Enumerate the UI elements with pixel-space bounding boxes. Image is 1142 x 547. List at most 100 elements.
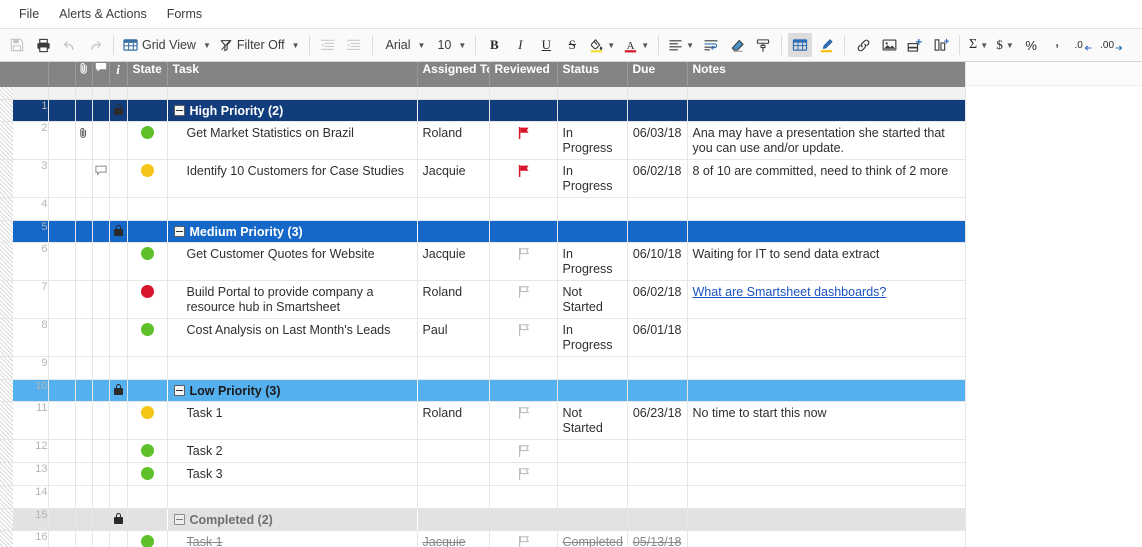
cell-status[interactable]: [557, 485, 628, 509]
cell-task[interactable]: Task 3: [167, 462, 418, 486]
cell-due[interactable]: 06/02/18: [627, 280, 688, 319]
row-comment-cell[interactable]: [92, 99, 110, 122]
cell-task[interactable]: Identify 10 Customers for Case Studies: [167, 159, 418, 198]
cell-state[interactable]: [127, 280, 168, 319]
state-dot-green[interactable]: [140, 246, 154, 260]
cell-assigned-to[interactable]: [417, 439, 490, 463]
group-header-row[interactable]: 5 Medium Priority (3): [0, 220, 966, 243]
flag-icon-red[interactable]: [490, 160, 557, 177]
cell-task[interactable]: Get Customer Quotes for Website: [167, 242, 418, 281]
cell-due[interactable]: [627, 220, 688, 243]
cell-reviewed[interactable]: [489, 99, 558, 122]
cell-status[interactable]: In Progress: [557, 159, 628, 198]
cell-task[interactable]: [167, 485, 418, 509]
row-comment-cell[interactable]: [92, 439, 110, 463]
row-number[interactable]: 9: [0, 356, 49, 380]
cell-status[interactable]: [557, 356, 628, 380]
cell-task[interactable]: Medium Priority (3): [167, 220, 417, 243]
cell-due[interactable]: 06/03/18: [627, 121, 688, 160]
cell-reviewed[interactable]: [489, 485, 558, 509]
flag-icon-red[interactable]: [490, 122, 557, 139]
cell-reviewed[interactable]: [489, 508, 558, 531]
column-header-assigned-to[interactable]: Assigned To: [417, 62, 490, 87]
cell-assigned-to[interactable]: [417, 197, 490, 221]
cell-task[interactable]: [167, 356, 418, 380]
row-attachment-cell[interactable]: [75, 318, 93, 357]
table-row[interactable]: 11 Task 1 Roland Not Started 06/23/18 No time…: [0, 401, 966, 440]
cell-due[interactable]: [627, 439, 688, 463]
cell-assigned-to[interactable]: Roland: [417, 280, 490, 319]
group-header-row[interactable]: 15 Completed (2): [0, 508, 966, 531]
collapse-toggle-icon[interactable]: [173, 514, 185, 525]
row-attachment-cell[interactable]: [75, 99, 93, 122]
state-dot-yellow[interactable]: [140, 405, 154, 419]
cell-task[interactable]: Get Market Statistics on Brazil: [167, 121, 418, 160]
borders-button[interactable]: [788, 33, 813, 57]
row-comment-cell[interactable]: [92, 197, 110, 221]
column-header-reviewed[interactable]: Reviewed: [489, 62, 558, 87]
row-number[interactable]: 15: [0, 508, 49, 531]
currency-button[interactable]: $ ▼: [993, 33, 1017, 57]
table-row[interactable]: 13 Task 3: [0, 462, 966, 486]
row-number[interactable]: 3: [0, 159, 49, 198]
column-header-notes[interactable]: Notes: [687, 62, 966, 87]
cell-notes[interactable]: [687, 508, 966, 531]
cell-status[interactable]: Completed: [557, 530, 628, 547]
row-attach-button[interactable]: [903, 33, 927, 57]
row-number[interactable]: 2: [0, 121, 49, 160]
row-number[interactable]: 4: [0, 197, 49, 221]
fill-color-button[interactable]: ▼: [586, 33, 618, 57]
row-attachment-cell[interactable]: [75, 159, 93, 198]
row-comment-cell[interactable]: [92, 508, 110, 531]
state-dot-yellow[interactable]: [140, 163, 154, 177]
cell-due[interactable]: 05/13/18: [627, 530, 688, 547]
flag-icon-empty[interactable]: [490, 440, 557, 457]
row-comment-cell[interactable]: [92, 356, 110, 380]
group-header-row[interactable]: 10 Low Priority (3): [0, 379, 966, 402]
cell-status[interactable]: [557, 99, 628, 122]
cell-notes[interactable]: [687, 318, 966, 357]
cell-assigned-to[interactable]: Paul: [417, 318, 490, 357]
state-dot-green[interactable]: [140, 534, 154, 547]
table-row-empty[interactable]: 14: [0, 485, 966, 509]
row-number[interactable]: 13: [0, 462, 49, 486]
row-comment-cell[interactable]: [92, 530, 110, 547]
row-attachment-cell[interactable]: [75, 439, 93, 463]
indent-button[interactable]: [342, 33, 366, 57]
cell-due[interactable]: [627, 356, 688, 380]
row-number[interactable]: 12: [0, 439, 49, 463]
format-painter-button[interactable]: [751, 33, 775, 57]
row-comment-cell[interactable]: [92, 401, 110, 440]
cell-state[interactable]: [127, 530, 168, 547]
cell-due[interactable]: 06/23/18: [627, 401, 688, 440]
state-dot-green[interactable]: [140, 125, 154, 139]
row-number[interactable]: 5: [0, 220, 49, 243]
cell-reviewed[interactable]: [489, 242, 558, 281]
menu-item-forms[interactable]: Forms: [157, 3, 212, 25]
cell-status[interactable]: Not Started: [557, 401, 628, 440]
row-attachment-cell[interactable]: [75, 485, 93, 509]
row-comment-cell[interactable]: [92, 220, 110, 243]
comma-button[interactable]: ,: [1045, 33, 1069, 57]
cell-assigned-to[interactable]: [417, 379, 490, 402]
row-attachment-cell[interactable]: [75, 530, 93, 547]
row-number[interactable]: 1: [0, 99, 49, 122]
cell-due[interactable]: 06/02/18: [627, 159, 688, 198]
print-button[interactable]: [31, 33, 55, 57]
table-row[interactable]: 8 Cost Analysis on Last Month's Leads Paul…: [0, 318, 966, 357]
cell-notes[interactable]: [687, 197, 966, 221]
table-row[interactable]: 2 Get Market Statistics on Brazil Roland In…: [0, 121, 966, 160]
strikethrough-button[interactable]: S: [560, 33, 584, 57]
cell-state[interactable]: [127, 356, 168, 380]
cell-notes[interactable]: [687, 356, 966, 380]
cell-due[interactable]: 06/01/18: [627, 318, 688, 357]
cell-reviewed[interactable]: [489, 197, 558, 221]
flag-icon-empty[interactable]: [490, 243, 557, 260]
cell-task[interactable]: Task 1: [167, 530, 418, 547]
row-number[interactable]: 8: [0, 318, 49, 357]
row-attachment-cell[interactable]: [75, 280, 93, 319]
cell-notes[interactable]: [687, 379, 966, 402]
cell-task[interactable]: Task 1: [167, 401, 418, 440]
cell-status[interactable]: [557, 197, 628, 221]
cell-assigned-to[interactable]: Roland: [417, 121, 490, 160]
